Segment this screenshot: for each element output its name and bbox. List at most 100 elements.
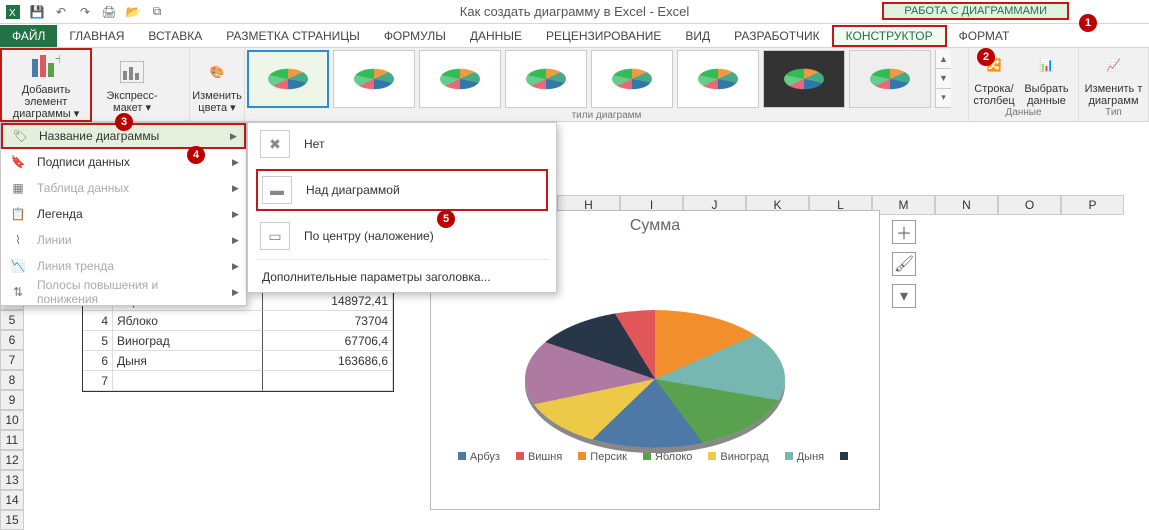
- legend-item[interactable]: Вишня: [516, 451, 562, 463]
- change-chart-type-button[interactable]: 📈 Изменить т диаграмм: [1079, 48, 1148, 107]
- copy-icon[interactable]: ⧉: [148, 3, 166, 21]
- change-colors-button[interactable]: 🎨 Изменить цвета ▾: [190, 48, 244, 121]
- title-option-above[interactable]: ▬ Над диаграммой: [256, 169, 548, 211]
- title-more-options[interactable]: Дополнительные параметры заголовка...: [248, 262, 556, 292]
- chart-tools-contextual-tab: РАБОТА С ДИАГРАММАМИ: [882, 2, 1069, 20]
- tab-page-layout[interactable]: РАЗМЕТКА СТРАНИЦЫ: [214, 25, 372, 47]
- tab-design[interactable]: КОНСТРУКТОР: [832, 25, 947, 47]
- legend-item[interactable]: Яблоко: [643, 451, 692, 463]
- chart-style-7[interactable]: [763, 50, 845, 108]
- title-option-none[interactable]: ✖ Нет: [248, 123, 556, 165]
- col-header[interactable]: P: [1061, 195, 1124, 215]
- col-header[interactable]: N: [935, 195, 998, 215]
- row-header[interactable]: 7: [0, 350, 24, 370]
- menu-data-table-label: Таблица данных: [37, 181, 222, 195]
- pie-chart-plot[interactable]: [525, 249, 785, 429]
- data-table-icon: ▦: [9, 179, 27, 197]
- chart-title-submenu: ✖ Нет ▬ Над диаграммой ▭ По центру (нало…: [247, 122, 557, 293]
- row-header[interactable]: 5: [0, 310, 24, 330]
- row-header[interactable]: 14: [0, 490, 24, 510]
- legend-item[interactable]: Дыня: [785, 451, 824, 463]
- row-header[interactable]: 11: [0, 430, 24, 450]
- chart-style-6[interactable]: [677, 50, 759, 108]
- tab-formulas[interactable]: ФОРМУЛЫ: [372, 25, 458, 47]
- table-row[interactable]: 4 Яблоко 73704: [83, 311, 393, 331]
- col-header[interactable]: M: [872, 195, 935, 215]
- cell[interactable]: 67706,4: [263, 331, 393, 351]
- cell[interactable]: [263, 371, 393, 391]
- open-icon[interactable]: 📂: [124, 3, 142, 21]
- row-header[interactable]: 12: [0, 450, 24, 470]
- tab-review[interactable]: РЕЦЕНЗИРОВАНИЕ: [534, 25, 673, 47]
- cell[interactable]: 73704: [263, 311, 393, 331]
- chart-style-4[interactable]: [505, 50, 587, 108]
- switch-row-column-label: Строка/ столбец: [969, 83, 1019, 107]
- cell[interactable]: Виноград: [113, 331, 263, 351]
- save-icon[interactable]: 💾: [28, 3, 46, 21]
- undo-icon[interactable]: ↶: [52, 3, 70, 21]
- legend-item[interactable]: Арбуз: [458, 451, 500, 463]
- tab-view[interactable]: ВИД: [673, 25, 722, 47]
- cell[interactable]: 7: [83, 371, 113, 391]
- legend-item[interactable]: Персик: [578, 451, 627, 463]
- data-labels-icon: 🔖: [9, 153, 27, 171]
- chart-style-3[interactable]: [419, 50, 501, 108]
- cell[interactable]: 5: [83, 331, 113, 351]
- title-bar: X 💾 ↶ ↷ 🖨 📂 ⧉ Как создать диаграмму в Ex…: [0, 0, 1149, 24]
- callout-3: 3: [115, 113, 133, 131]
- menu-legend[interactable]: 📋 Легенда ▶: [1, 201, 246, 227]
- redo-icon[interactable]: ↷: [76, 3, 94, 21]
- chart-style-2[interactable]: [333, 50, 415, 108]
- title-above-icon: ▬: [262, 176, 292, 204]
- chevron-right-icon: ▶: [232, 209, 246, 220]
- type-group-caption: Тип: [1079, 107, 1148, 121]
- row-header[interactable]: 9: [0, 390, 24, 410]
- tab-data[interactable]: ДАННЫЕ: [458, 25, 534, 47]
- add-chart-element-button[interactable]: ＋ Добавить элемент диаграммы ▾: [0, 48, 92, 122]
- tab-home[interactable]: ГЛАВНАЯ: [57, 25, 136, 47]
- table-row[interactable]: 5 Виноград 67706,4: [83, 331, 393, 351]
- cell[interactable]: 163686,6: [263, 351, 393, 371]
- chart-legend[interactable]: Арбуз Вишня Персик Яблоко Виноград Дыня: [431, 451, 879, 463]
- select-data-button[interactable]: 📊 Выбрать данные: [1019, 48, 1074, 107]
- chart-style-1[interactable]: [247, 50, 329, 108]
- tab-file[interactable]: ФАЙЛ: [0, 25, 57, 47]
- select-data-label: Выбрать данные: [1019, 83, 1074, 107]
- col-header[interactable]: O: [998, 195, 1061, 215]
- cell[interactable]: 6: [83, 351, 113, 371]
- cell[interactable]: [113, 371, 263, 391]
- row-header[interactable]: 8: [0, 370, 24, 390]
- chart-styles-button[interactable]: 🖌: [892, 252, 916, 276]
- legend-item[interactable]: Виноград: [708, 451, 768, 463]
- print-preview-icon[interactable]: 🖨: [100, 3, 118, 21]
- tab-developer[interactable]: РАЗРАБОТЧИК: [722, 25, 832, 47]
- chart-style-8[interactable]: [849, 50, 931, 108]
- row-header[interactable]: 10: [0, 410, 24, 430]
- row-header[interactable]: 15: [0, 510, 24, 530]
- row-header[interactable]: 13: [0, 470, 24, 490]
- legend-item[interactable]: [840, 451, 852, 463]
- quick-access-toolbar: X 💾 ↶ ↷ 🖨 📂 ⧉: [0, 3, 166, 21]
- table-row[interactable]: 7: [83, 371, 393, 391]
- chevron-right-icon: ▶: [232, 183, 246, 194]
- cell[interactable]: 4: [83, 311, 113, 331]
- chart-elements-button[interactable]: ＋: [892, 220, 916, 244]
- chevron-right-icon: ▶: [232, 287, 246, 298]
- title-option-centered[interactable]: ▭ По центру (наложение): [248, 215, 556, 257]
- add-element-menu: 🏷 Название диаграммы ▶ 🔖 Подписи данных …: [0, 122, 247, 306]
- cell[interactable]: 148972,41: [263, 291, 393, 311]
- chevron-right-icon: ▶: [230, 131, 244, 142]
- chart-style-5[interactable]: [591, 50, 673, 108]
- tab-insert[interactable]: ВСТАВКА: [136, 25, 214, 47]
- chart-filters-button[interactable]: ▾: [892, 284, 916, 308]
- row-header[interactable]: 6: [0, 330, 24, 350]
- quick-layout-button[interactable]: Экспресс-макет ▾: [92, 48, 172, 122]
- cell[interactable]: Яблоко: [113, 311, 263, 331]
- menu-data-labels[interactable]: 🔖 Подписи данных ▶: [1, 149, 246, 175]
- table-row[interactable]: 6 Дыня 163686,6: [83, 351, 393, 371]
- menu-updown-bars-label: Полосы повышения и понижения: [37, 278, 222, 306]
- cell[interactable]: Дыня: [113, 351, 263, 371]
- chart-title-icon: 🏷: [11, 127, 29, 145]
- styles-scroll[interactable]: ▲▼▾: [935, 50, 951, 108]
- tab-format[interactable]: ФОРМАТ: [947, 25, 1022, 47]
